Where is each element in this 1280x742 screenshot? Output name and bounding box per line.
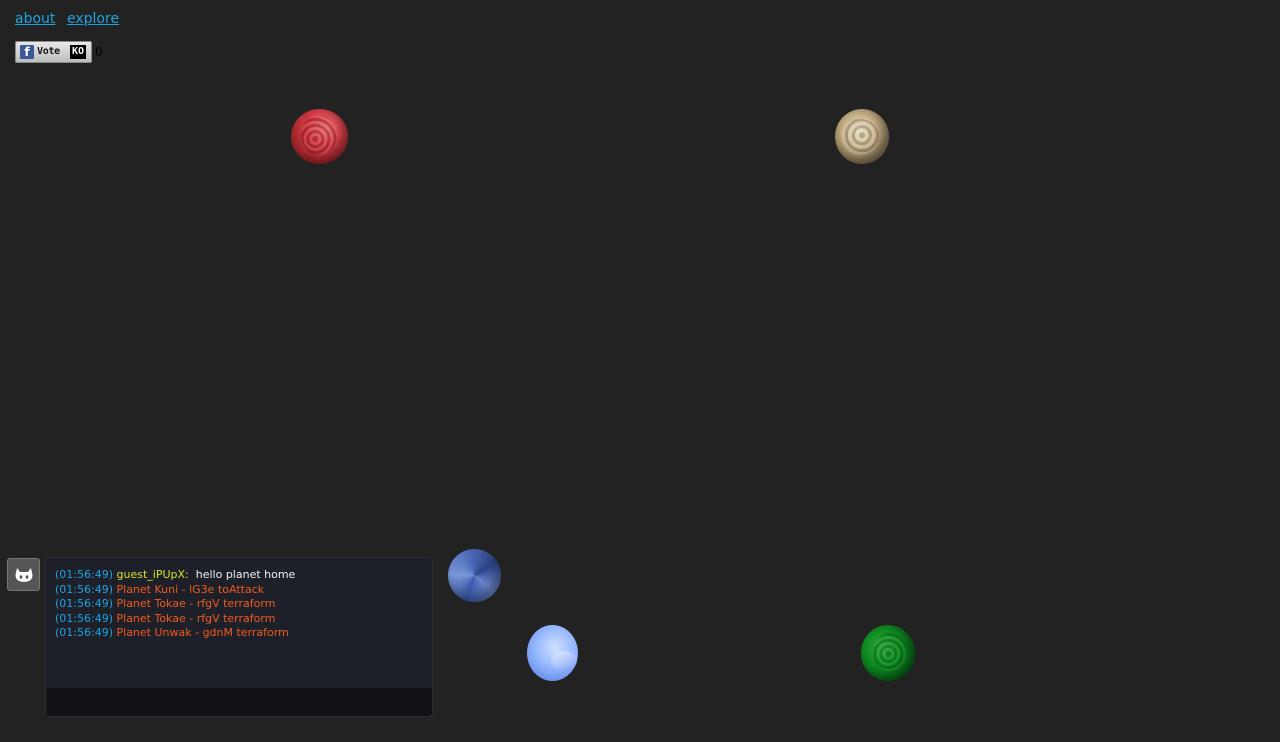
vote-ko-badge: KO (70, 45, 87, 59)
chat-message: (01:56:49) Planet Tokae - rfgV terraform (55, 612, 425, 627)
planet-ice-blue[interactable] (527, 625, 578, 681)
chat-message-text: hello planet home (195, 568, 296, 581)
chat-timestamp: (01:56:49) (55, 626, 113, 640)
planet-green[interactable] (861, 625, 915, 681)
chat-message: (01:56:49) guest_iPUpX: hello planet hom… (55, 568, 425, 583)
about-link[interactable]: about (15, 11, 55, 27)
planet-sand[interactable] (835, 109, 889, 164)
chat-input[interactable] (46, 688, 432, 716)
chat-message: (01:56:49) Planet Tokae - rfgV terraform (55, 597, 425, 612)
chat-log: (01:56:49) guest_iPUpX: hello planet hom… (55, 568, 425, 641)
octocat-icon (15, 568, 33, 582)
chat-panel: (01:56:49) guest_iPUpX: hello planet hom… (45, 557, 433, 717)
chat-message: (01:56:49) Planet Unwak - gdnM terraform (55, 626, 425, 641)
github-button[interactable] (7, 558, 40, 591)
explore-link[interactable]: explore (67, 11, 119, 27)
chat-message: (01:56:49) Planet Kuni - lG3e toAttack (55, 583, 425, 598)
chat-timestamp: (01:56:49) (55, 597, 113, 611)
vote-count: 0 (95, 45, 103, 59)
chat-timestamp: (01:56:49) (55, 568, 113, 581)
chat-event-text: Planet Tokae - rfgV terraform (116, 611, 276, 625)
chat-event-text: Planet Tokae - rfgV terraform (116, 597, 276, 611)
chat-event-text: Planet Kuni - lG3e toAttack (116, 582, 265, 596)
planet-slate-blue[interactable] (448, 549, 501, 602)
chat-timestamp: (01:56:49) (55, 582, 113, 596)
planet-red[interactable] (291, 109, 348, 164)
chat-timestamp: (01:56:49) (55, 611, 113, 625)
chat-username[interactable]: guest_iPUpX: (117, 568, 189, 581)
vote-label: Vote (37, 46, 60, 57)
facebook-icon: f (20, 45, 34, 59)
facebook-vote-button[interactable]: f Vote KO (15, 41, 92, 63)
game-canvas[interactable]: about explore f Vote KO 0 (01:56:49) gue… (0, 0, 1280, 742)
chat-event-text: Planet Unwak - gdnM terraform (116, 626, 289, 640)
